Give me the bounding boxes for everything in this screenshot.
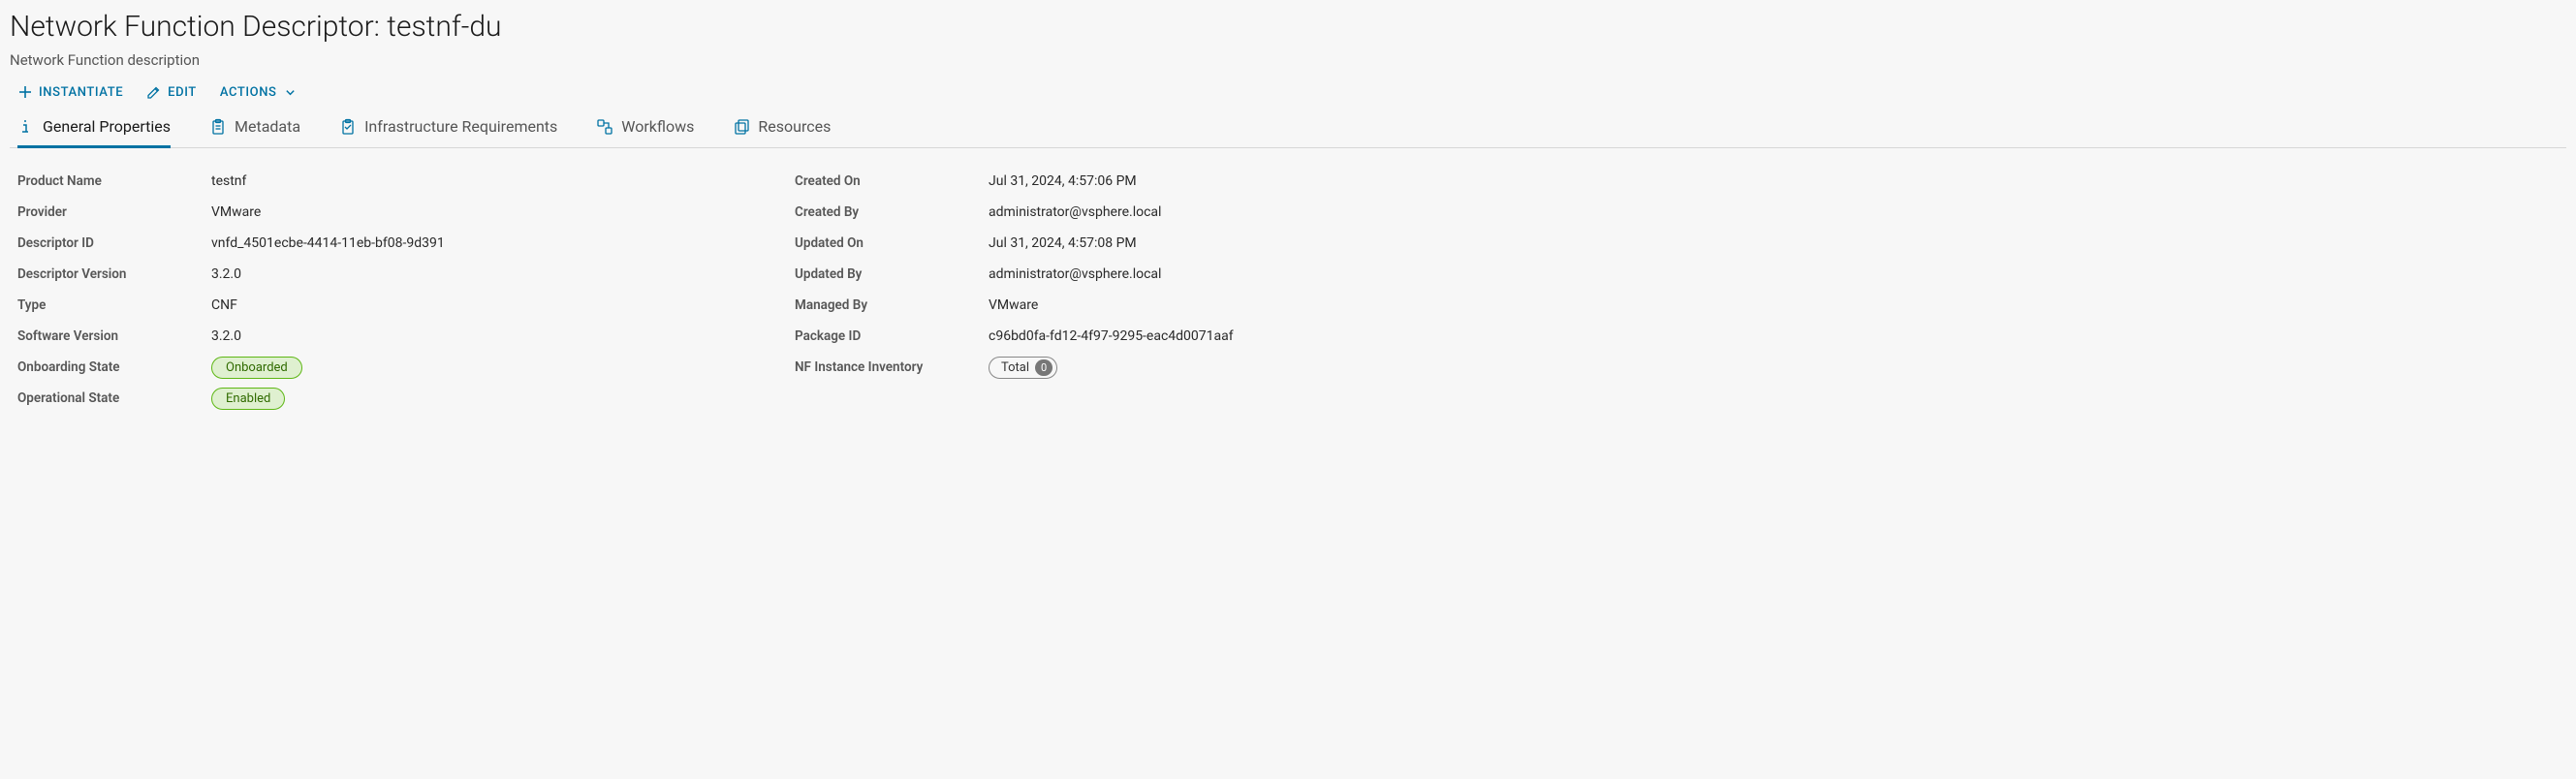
- tab-workflows[interactable]: Workflows: [596, 109, 694, 148]
- row-product-name: Product Name testnf: [17, 166, 737, 197]
- label-onboarding-state: Onboarding State: [17, 359, 211, 375]
- value-updated-by: administrator@vsphere.local: [989, 266, 1514, 282]
- actions-dropdown[interactable]: ACTIONS: [220, 84, 298, 100]
- tab-metadata[interactable]: Metadata: [209, 109, 300, 148]
- value-updated-on: Jul 31, 2024, 4:57:08 PM: [989, 235, 1514, 251]
- row-managed-by: Managed By VMware: [795, 290, 1514, 321]
- instantiate-button[interactable]: INSTANTIATE: [17, 84, 123, 100]
- label-created-by: Created By: [795, 204, 989, 220]
- chevron-down-icon: [283, 84, 298, 100]
- inventory-total-badge[interactable]: Total 0: [989, 357, 1057, 379]
- label-operational-state: Operational State: [17, 390, 211, 406]
- value-created-by: administrator@vsphere.local: [989, 204, 1514, 220]
- value-descriptor-version: 3.2.0: [211, 266, 737, 282]
- tab-general-label: General Properties: [43, 117, 171, 136]
- right-column: Created On Jul 31, 2024, 4:57:06 PM Crea…: [795, 166, 1514, 414]
- value-onboarding-state: Onboarded: [211, 357, 737, 379]
- label-package-id: Package ID: [795, 328, 989, 344]
- operational-state-badge: Enabled: [211, 388, 285, 410]
- value-product-name: testnf: [211, 173, 737, 189]
- value-type: CNF: [211, 297, 737, 313]
- row-nf-instance-inventory: NF Instance Inventory Total 0: [795, 352, 1514, 383]
- label-managed-by: Managed By: [795, 297, 989, 313]
- tab-resources[interactable]: Resources: [733, 109, 831, 148]
- row-operational-state: Operational State Enabled: [17, 383, 737, 414]
- onboarding-state-badge: Onboarded: [211, 357, 302, 379]
- edit-button[interactable]: EDIT: [146, 84, 197, 100]
- actions-label: ACTIONS: [220, 85, 277, 100]
- pencil-icon: [146, 84, 162, 100]
- edit-label: EDIT: [168, 85, 197, 100]
- label-product-name: Product Name: [17, 173, 211, 189]
- label-descriptor-version: Descriptor Version: [17, 266, 211, 282]
- label-descriptor-id: Descriptor ID: [17, 235, 211, 251]
- workflow-icon: [596, 118, 613, 136]
- action-bar: INSTANTIATE EDIT ACTIONS: [10, 82, 2566, 109]
- value-software-version: 3.2.0: [211, 328, 737, 344]
- instantiate-label: INSTANTIATE: [39, 85, 123, 100]
- row-onboarding-state: Onboarding State Onboarded: [17, 352, 737, 383]
- value-nf-instance-inventory: Total 0: [989, 357, 1514, 379]
- clipboard-icon: [209, 118, 227, 136]
- title-prefix: Network Function Descriptor:: [10, 10, 387, 44]
- row-package-id: Package ID c96bd0fa-fd12-4f97-9295-eac4d…: [795, 321, 1514, 352]
- tab-resources-label: Resources: [758, 117, 831, 136]
- tab-general-properties[interactable]: General Properties: [17, 109, 171, 148]
- label-type: Type: [17, 297, 211, 313]
- row-software-version: Software Version 3.2.0: [17, 321, 737, 352]
- tab-infra-label: Infrastructure Requirements: [364, 117, 557, 136]
- page-subtitle: Network Function description: [10, 51, 2566, 69]
- checklist-icon: [339, 118, 357, 136]
- tab-bar: General Properties Metadata Infrastructu…: [10, 109, 2566, 148]
- row-descriptor-version: Descriptor Version 3.2.0: [17, 259, 737, 290]
- row-type: Type CNF: [17, 290, 737, 321]
- info-icon: [17, 118, 35, 136]
- tab-workflows-label: Workflows: [621, 117, 694, 136]
- value-created-on: Jul 31, 2024, 4:57:06 PM: [989, 173, 1514, 189]
- inventory-total-label: Total: [1001, 360, 1029, 375]
- properties-grid: Product Name testnf Provider VMware Desc…: [10, 148, 1522, 414]
- resources-icon: [733, 118, 750, 136]
- value-managed-by: VMware: [989, 297, 1514, 313]
- inventory-count: 0: [1035, 359, 1052, 376]
- tab-metadata-label: Metadata: [235, 117, 300, 136]
- value-descriptor-id: vnfd_4501ecbe-4414-11eb-bf08-9d391: [211, 235, 737, 251]
- value-operational-state: Enabled: [211, 388, 737, 410]
- left-column: Product Name testnf Provider VMware Desc…: [17, 166, 737, 414]
- label-created-on: Created On: [795, 173, 989, 189]
- page-title: Network Function Descriptor: testnf-du: [10, 10, 2566, 44]
- row-created-on: Created On Jul 31, 2024, 4:57:06 PM: [795, 166, 1514, 197]
- value-package-id: c96bd0fa-fd12-4f97-9295-eac4d0071aaf: [989, 328, 1514, 344]
- row-created-by: Created By administrator@vsphere.local: [795, 197, 1514, 228]
- label-updated-on: Updated On: [795, 235, 989, 251]
- tab-infrastructure-requirements[interactable]: Infrastructure Requirements: [339, 109, 557, 148]
- label-nf-instance-inventory: NF Instance Inventory: [795, 359, 989, 375]
- row-updated-on: Updated On Jul 31, 2024, 4:57:08 PM: [795, 228, 1514, 259]
- title-name: testnf-du: [387, 10, 501, 44]
- plus-icon: [17, 84, 33, 100]
- row-descriptor-id: Descriptor ID vnfd_4501ecbe-4414-11eb-bf…: [17, 228, 737, 259]
- label-software-version: Software Version: [17, 328, 211, 344]
- label-provider: Provider: [17, 204, 211, 220]
- row-provider: Provider VMware: [17, 197, 737, 228]
- row-updated-by: Updated By administrator@vsphere.local: [795, 259, 1514, 290]
- value-provider: VMware: [211, 204, 737, 220]
- label-updated-by: Updated By: [795, 266, 989, 282]
